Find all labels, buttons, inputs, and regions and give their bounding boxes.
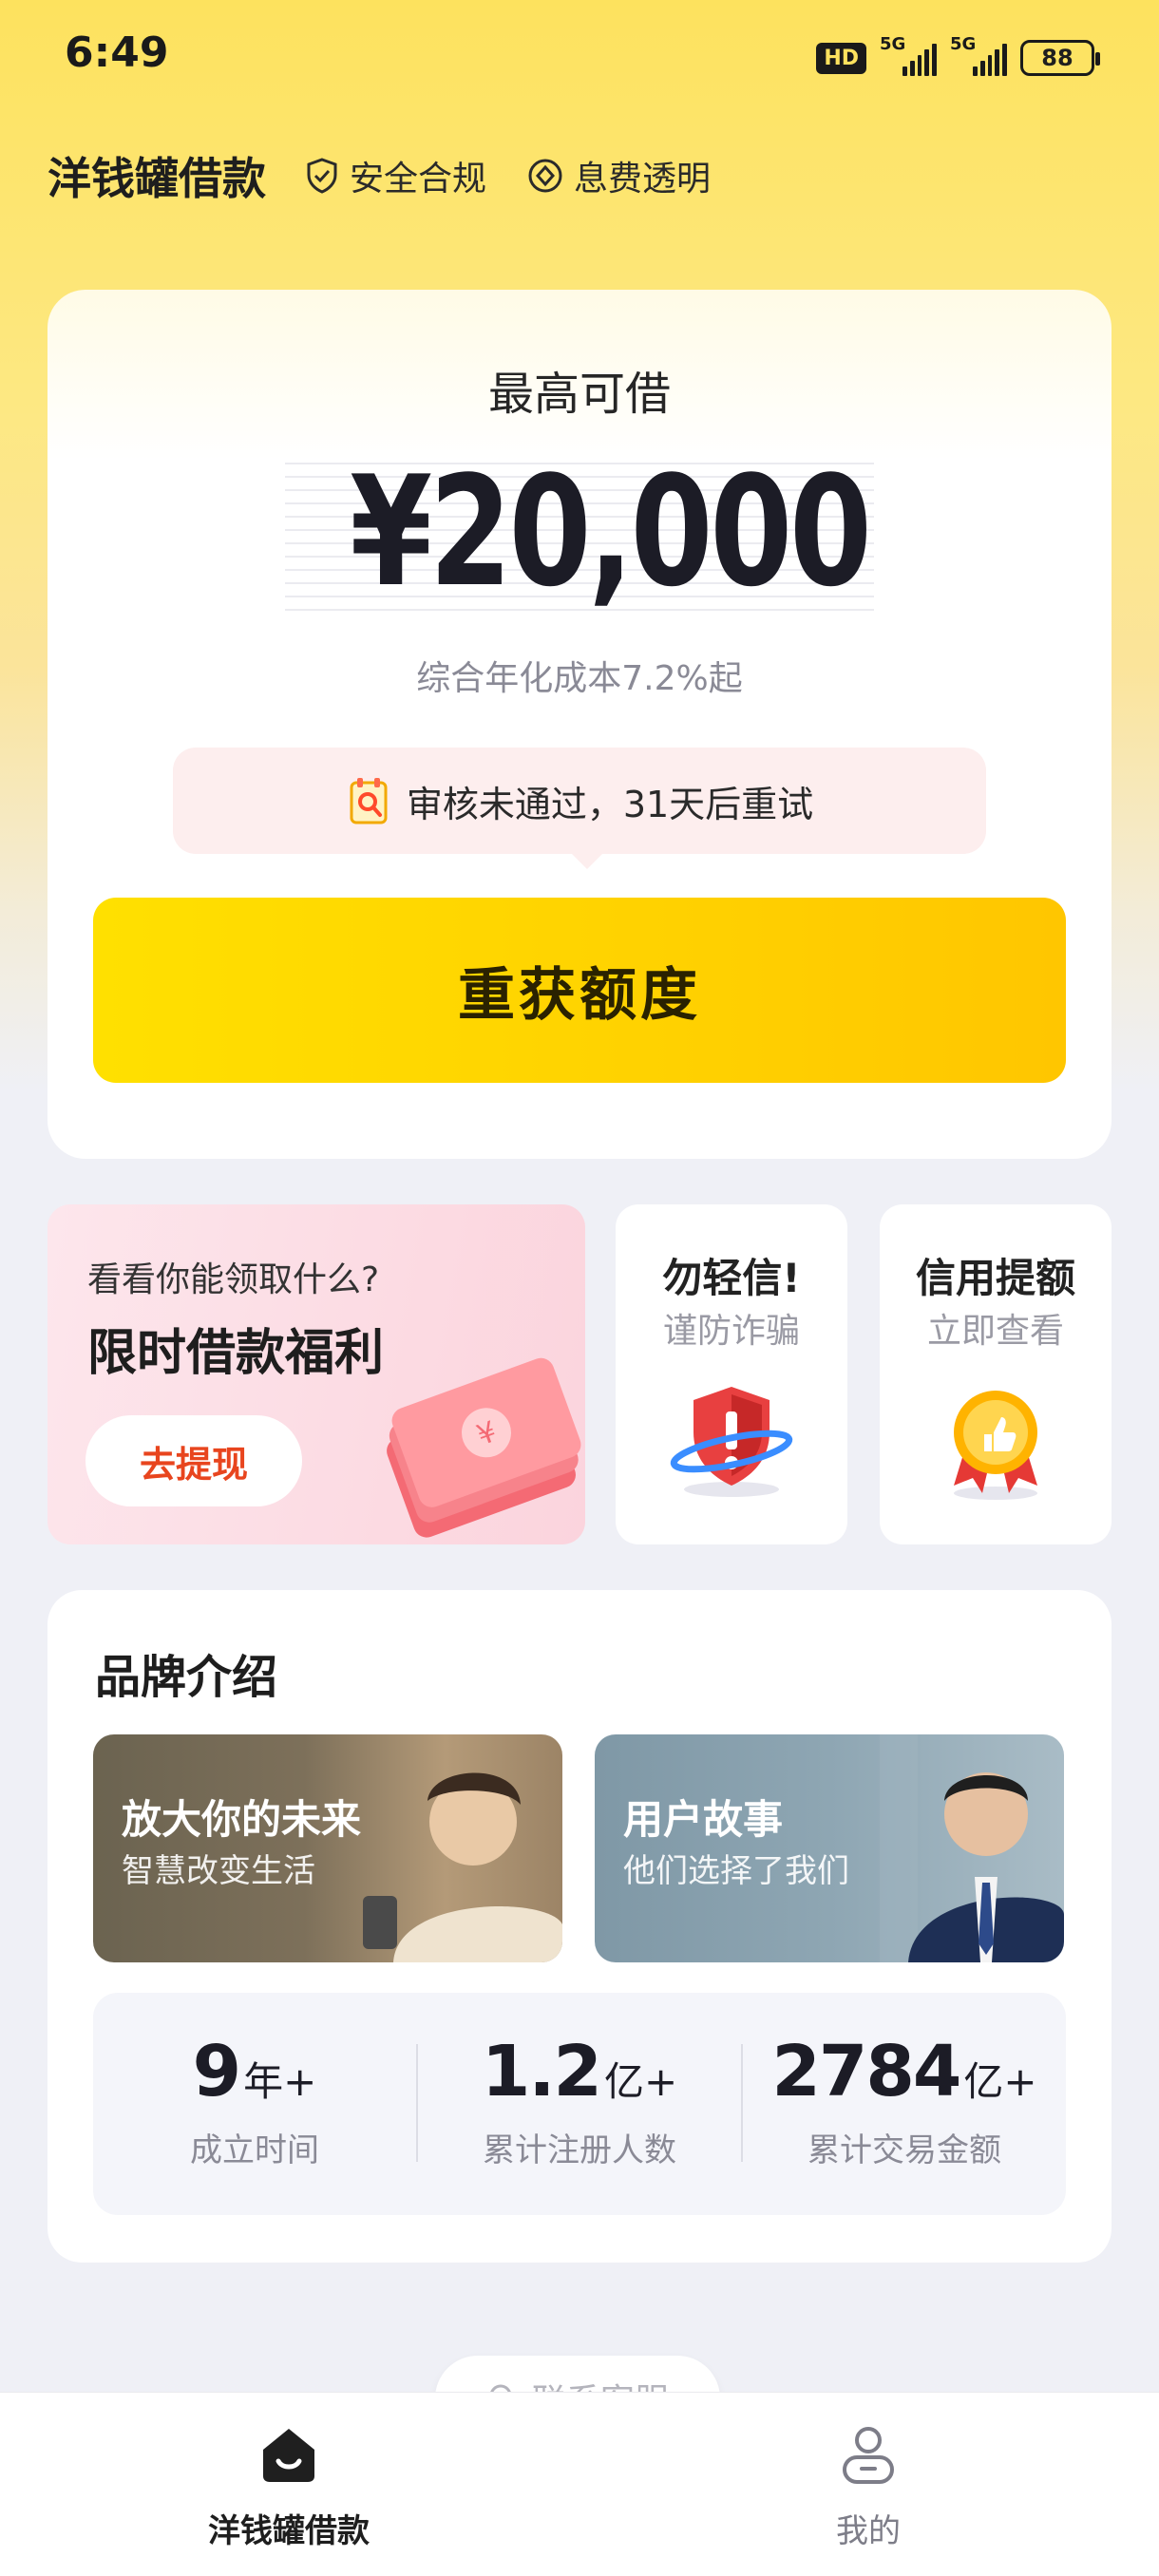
video-card-future[interactable]: 放大你的未来 智慧改变生活 xyxy=(93,1734,562,1962)
tab-home[interactable]: 洋钱罐借款 xyxy=(146,2421,431,2551)
coin-icon xyxy=(528,159,562,193)
stat-transaction-volume: 2784亿+ 累计交易金额 xyxy=(743,1993,1066,2215)
credit-raise-subtitle: 立即查看 xyxy=(926,1312,1064,1351)
stat-value: 9 xyxy=(192,2031,241,2112)
signal-icon-2: 5G xyxy=(950,34,1007,76)
shield-check-icon xyxy=(307,158,337,194)
tag-security: 安全合规 xyxy=(304,151,486,200)
anti-fraud-card[interactable]: 勿轻信! 谨防诈骗 xyxy=(616,1204,847,1544)
video-title: 用户故事 xyxy=(623,1796,784,1843)
tab-mine-label: 我的 xyxy=(836,2512,901,2550)
brand-section-title: 品牌介绍 xyxy=(95,1651,278,1704)
anti-fraud-title: 勿轻信! xyxy=(662,1255,801,1301)
promo-title: 限时借款福利 xyxy=(87,1325,385,1382)
tab-mine[interactable]: 我的 xyxy=(726,2421,1011,2551)
video-card-user-stories[interactable]: 用户故事 他们选择了我们 xyxy=(595,1734,1064,1962)
stat-founded: 9年+ 成立时间 xyxy=(93,1993,416,2215)
status-indicators: HD 5G 5G 88 xyxy=(816,34,1100,82)
stat-value: 1.2 xyxy=(481,2031,602,2112)
stats-panel: 9年+ 成立时间 1.2亿+ 累计注册人数 2784亿+ 累计交易金额 xyxy=(93,1993,1066,2215)
video-subtitle: 智慧改变生活 xyxy=(122,1852,315,1890)
battery-icon: 88 xyxy=(1020,40,1100,76)
regain-quota-button[interactable]: 重获额度 xyxy=(93,898,1066,1083)
video-subtitle: 他们选择了我们 xyxy=(623,1852,849,1890)
audit-icon xyxy=(350,778,388,824)
annual-rate-text: 综合年化成本7.2%起 xyxy=(416,659,743,698)
stat-registered-users: 1.2亿+ 累计注册人数 xyxy=(418,1993,741,2215)
red-envelope-icon: ¥ xyxy=(387,1357,581,1538)
status-time: 6:49 xyxy=(65,28,169,77)
brand-title: 洋钱罐借款 xyxy=(48,153,266,204)
stat-unit: 亿+ xyxy=(963,2058,1037,2105)
stat-label: 成立时间 xyxy=(190,2131,319,2169)
loan-amount: ¥20,000 xyxy=(350,443,872,620)
stat-label: 累计注册人数 xyxy=(483,2131,676,2169)
stat-label: 累计交易金额 xyxy=(808,2131,1001,2169)
signal-icon-1: 5G xyxy=(880,34,937,76)
stat-unit: 年+ xyxy=(243,2058,317,2105)
credit-raise-title: 信用提额 xyxy=(915,1255,1075,1301)
brand-introduction-card: 品牌介绍 放大你的未来 智慧改变生活 用户故事 他们选择了我们 9年+ 成立时间 xyxy=(48,1590,1112,2263)
promo-subtitle: 看看你能领取什么? xyxy=(87,1260,380,1299)
shield-warning-icon xyxy=(670,1387,793,1497)
home-icon xyxy=(263,2429,314,2482)
hd-badge: HD xyxy=(816,42,866,74)
stat-value: 2784 xyxy=(771,2031,961,2112)
withdraw-button[interactable]: 去提现 xyxy=(86,1415,302,1506)
audit-notice: 审核未通过，31天后重试 xyxy=(173,748,986,869)
max-borrow-label: 最高可借 xyxy=(487,368,671,421)
stat-unit: 亿+ xyxy=(603,2058,678,2105)
loan-card: 最高可借 ¥20,000 综合年化成本7.2%起 审核未通过，31天后重试 重获… xyxy=(48,290,1112,1159)
medal-icon xyxy=(954,1391,1037,1500)
amount-display: ¥20,000 xyxy=(285,451,874,613)
tab-home-label: 洋钱罐借款 xyxy=(208,2512,370,2550)
anti-fraud-subtitle: 谨防诈骗 xyxy=(662,1312,800,1351)
credit-raise-card[interactable]: 信用提额 立即查看 xyxy=(880,1204,1112,1544)
status-bar: 6:49 HD 5G 5G 88 xyxy=(0,0,1159,114)
user-icon xyxy=(843,2427,894,2484)
video-title: 放大你的未来 xyxy=(122,1796,362,1843)
tag-transparent-fees: 息费透明 xyxy=(526,151,711,200)
bottom-tab-bar: 洋钱罐借款 我的 xyxy=(0,2392,1159,2576)
app-header: 洋钱罐借款 安全合规 息费透明 xyxy=(48,142,750,209)
promo-card[interactable]: 看看你能领取什么? 限时借款福利 去提现 ¥ xyxy=(48,1204,585,1544)
